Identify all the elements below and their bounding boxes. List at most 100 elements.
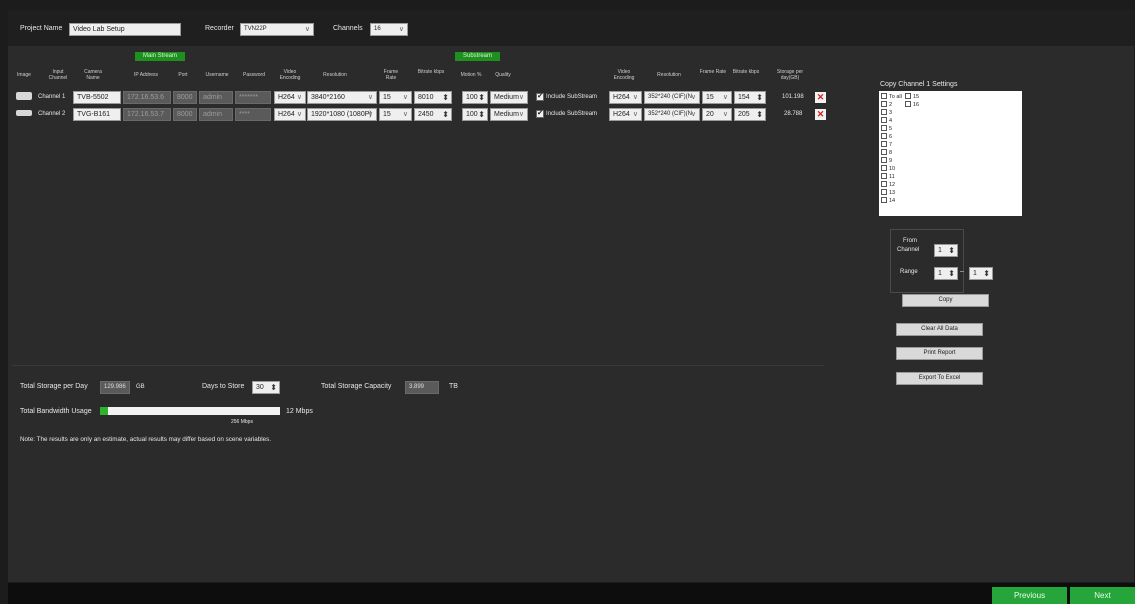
camera-name-input[interactable]: TVG-B161 <box>73 108 121 121</box>
copy-range-group <box>890 229 964 293</box>
copy-target-15[interactable]: 15 <box>905 93 919 100</box>
delete-row-button[interactable]: ✕ <box>815 109 826 120</box>
resolution-value: 3840*2160 <box>311 94 345 101</box>
col-password: Password <box>243 72 265 78</box>
estimate-note: Note: The results are only an estimate, … <box>20 436 272 443</box>
sub-resolution-value: 352*240 (CIF)(N <box>648 94 693 100</box>
camera-name-input[interactable]: TVB-5502 <box>73 91 121 104</box>
bitrate-stepper[interactable]: 2450 <box>414 108 452 121</box>
sub-frame-rate-select[interactable]: 20 <box>702 108 732 121</box>
col-storage: Storage per day(GB) <box>776 69 804 81</box>
col-motion: Motion % <box>460 72 482 78</box>
range-label: Range <box>900 269 918 275</box>
copy-target-7[interactable]: 7 <box>881 141 892 148</box>
bandwidth-value: 12 Mbps <box>286 408 313 415</box>
from-label: From <box>903 238 917 244</box>
encoding-value: H264 <box>278 111 295 118</box>
storage-unit: GB <box>136 384 145 390</box>
encoding-select[interactable]: H264 <box>274 91 306 104</box>
range-from-stepper[interactable]: 1 <box>934 267 958 280</box>
password-input: **** <box>235 108 271 121</box>
resolution-value: 1920*1080 (1080P) <box>311 111 372 118</box>
copy-target-9[interactable]: 9 <box>881 157 892 164</box>
col-quality: Quality <box>495 72 511 78</box>
ip-address-input: 172.16.53.6 <box>123 91 171 104</box>
col-port: Port <box>178 72 188 78</box>
username-input: admin <box>199 108 233 121</box>
quality-value: Medium <box>494 111 519 118</box>
previous-button[interactable]: Previous <box>992 587 1067 604</box>
clear-all-data-button[interactable]: Clear All Data <box>896 323 983 336</box>
sub-bitrate-stepper[interactable]: 205 <box>734 108 766 121</box>
channels-select[interactable]: 16 <box>370 23 408 36</box>
col-frame-rate: Frame Rate <box>383 69 399 81</box>
copy-target-16[interactable]: 16 <box>905 101 919 108</box>
col-bitrate: Bitrate kbps <box>417 69 445 75</box>
storage-value: 28.788 <box>784 111 803 117</box>
col-image: Image <box>17 72 31 78</box>
col-username: Username <box>205 72 229 78</box>
range-to-stepper[interactable]: 1 <box>969 267 993 280</box>
recorder-select[interactable]: TVN22P <box>240 23 314 36</box>
port-input: 8000 <box>173 108 197 121</box>
frame-rate-value: 15 <box>383 94 391 101</box>
copy-target-11[interactable]: 11 <box>881 173 895 180</box>
days-to-store-label: Days to Store <box>202 383 245 390</box>
copy-target-4[interactable]: 4 <box>881 117 892 124</box>
sub-bitrate-stepper[interactable]: 154 <box>734 91 766 104</box>
copy-target-8[interactable]: 8 <box>881 149 892 156</box>
export-to-excel-button[interactable]: Export To Excel <box>896 372 983 385</box>
project-name-input[interactable]: Video Lab Setup <box>69 23 181 36</box>
quality-select[interactable]: Medium <box>490 91 528 104</box>
frame-rate-value: 15 <box>383 111 391 118</box>
sub-resolution-select[interactable]: 352*240 (CIF)(N <box>644 108 700 121</box>
project-name-label: Project Name <box>20 25 63 32</box>
include-substream-label: Include SubStream <box>546 111 598 117</box>
copy-target-10[interactable]: 10 <box>881 165 895 172</box>
days-to-store-stepper[interactable]: 30 <box>252 381 280 394</box>
motion-stepper[interactable]: 100 <box>462 108 488 121</box>
sub-resolution-value: 352*240 (CIF)(N <box>648 111 693 117</box>
encoding-select[interactable]: H264 <box>274 108 306 121</box>
copy-target-3[interactable]: 3 <box>881 109 892 116</box>
from-channel-stepper[interactable]: 1 <box>934 244 958 257</box>
copy-target-5[interactable]: 5 <box>881 125 892 132</box>
copy-target-14[interactable]: 14 <box>881 197 895 204</box>
include-substream-checkbox[interactable]: ✔ <box>536 93 544 101</box>
resolution-select[interactable]: 1920*1080 (1080P) <box>307 108 377 121</box>
copy-channel-list[interactable]: To all 2 3 4 5 6 7 8 9 10 11 12 13 14 15… <box>879 91 1022 216</box>
resolution-select[interactable]: 3840*2160 <box>307 91 377 104</box>
copy-target-6[interactable]: 6 <box>881 133 892 140</box>
col-ip-address: IP Address <box>133 72 159 78</box>
sub-resolution-select[interactable]: 352*240 (CIF)(N <box>644 91 700 104</box>
copy-button[interactable]: Copy <box>902 294 989 307</box>
print-report-button[interactable]: Print Report <box>896 347 983 360</box>
copy-target-2[interactable]: 2 <box>881 101 892 108</box>
include-substream-checkbox[interactable]: ✔ <box>536 110 544 118</box>
camera-image-icon <box>16 110 32 116</box>
sub-encoding-select[interactable]: H264 <box>609 108 642 121</box>
copy-target-13[interactable]: 13 <box>881 189 895 196</box>
section-divider <box>12 365 824 366</box>
copy-target-to-all[interactable]: To all <box>881 93 902 100</box>
motion-stepper[interactable]: 100 <box>462 91 488 104</box>
quality-select[interactable]: Medium <box>490 108 528 121</box>
bandwidth-fill <box>100 407 109 415</box>
delete-row-button[interactable]: ✕ <box>815 92 826 103</box>
bandwidth-bar <box>100 407 280 415</box>
sub-encoding-select[interactable]: H264 <box>609 91 642 104</box>
col-camera-name: Camera Name <box>84 69 102 81</box>
range-dash: – <box>960 268 964 275</box>
copy-target-12[interactable]: 12 <box>881 181 895 188</box>
bitrate-stepper[interactable]: 8010 <box>414 91 452 104</box>
sub-frame-rate-select[interactable]: 15 <box>702 91 732 104</box>
recorder-value: TVN22P <box>244 26 267 32</box>
substream-badge: Substream <box>455 52 501 61</box>
frame-rate-select[interactable]: 15 <box>379 108 412 121</box>
next-button[interactable]: Next <box>1070 587 1135 604</box>
frame-rate-select[interactable]: 15 <box>379 91 412 104</box>
quality-value: Medium <box>494 94 519 101</box>
copy-settings-title: Copy Channel 1 Settings <box>880 81 958 88</box>
from-channel-value: 1 <box>938 247 942 254</box>
sub-encoding-value: H264 <box>613 94 630 101</box>
